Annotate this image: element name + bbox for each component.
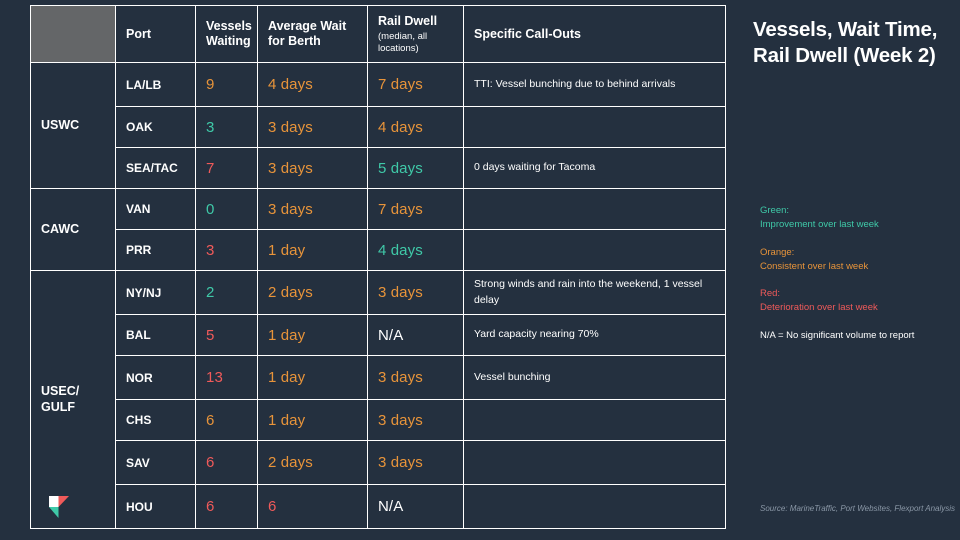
column-header-vessels-waiting: Vessels Waiting bbox=[195, 5, 258, 63]
specific-callout-text bbox=[463, 484, 726, 529]
table-row: BAL 5 1 day N/A Yard capacity nearing 70% bbox=[31, 314, 726, 356]
specific-callout-text bbox=[463, 399, 726, 441]
table-row: SEA/TAC 7 3 days 5 days 0 days waiting for T… bbox=[31, 147, 726, 189]
region-label-cawc: CAWC bbox=[30, 188, 116, 271]
page-title: Vessels, Wait Time, Rail Dwell (Week 2) bbox=[753, 18, 938, 68]
vessels-waiting-value: 5 bbox=[195, 314, 258, 356]
average-wait-value: 2 days bbox=[257, 270, 368, 315]
legend-term: Green: bbox=[760, 205, 790, 216]
average-wait-value: 6 bbox=[257, 484, 368, 529]
rail-dwell-value: 3 days bbox=[367, 355, 464, 400]
port-name: PRR bbox=[115, 229, 196, 271]
rail-dwell-value: N/A bbox=[367, 314, 464, 356]
specific-callout-text bbox=[463, 440, 726, 485]
average-wait-value: 1 day bbox=[257, 399, 368, 441]
average-wait-value: 2 days bbox=[257, 440, 368, 485]
vessels-waiting-value: 6 bbox=[195, 440, 258, 485]
port-name: OAK bbox=[115, 106, 196, 148]
legend-description: Consistent over last week bbox=[760, 260, 869, 272]
table-header-row: Port Vessels Waiting Average Wait for Be… bbox=[30, 5, 726, 63]
port-metrics-table-panel: Port Vessels Waiting Average Wait for Be… bbox=[30, 5, 726, 529]
table-row: OAK 3 3 days 4 days bbox=[31, 106, 726, 148]
specific-callout-text: 0 days waiting for Tacoma bbox=[463, 147, 726, 189]
port-name: NOR bbox=[115, 355, 196, 400]
slide-canvas: Port Vessels Waiting Average Wait for Be… bbox=[0, 0, 960, 540]
vessels-waiting-value: 0 bbox=[195, 188, 258, 230]
port-metrics-table: Port Vessels Waiting Average Wait for Be… bbox=[30, 5, 726, 529]
rail-dwell-value: 3 days bbox=[367, 399, 464, 441]
port-name: VAN bbox=[115, 188, 196, 230]
port-name: CHS bbox=[115, 399, 196, 441]
vessels-waiting-value: 13 bbox=[195, 355, 258, 400]
flexport-logo bbox=[49, 496, 69, 518]
legend-term: Red: bbox=[760, 288, 781, 299]
column-header-rail-dwell-subtitle: (median, all locations) bbox=[378, 30, 428, 54]
legend-item-orange: Orange: Consistent over last week bbox=[760, 246, 958, 275]
column-header-rail-dwell-label: Rail Dwell bbox=[378, 13, 438, 28]
specific-callout-text: Strong winds and rain into the weekend, … bbox=[463, 270, 726, 315]
vessels-waiting-value: 2 bbox=[195, 270, 258, 315]
table-row: CAWC VAN 0 3 days 7 days bbox=[30, 188, 726, 271]
vessels-waiting-value: 3 bbox=[195, 229, 258, 271]
port-name: BAL bbox=[115, 314, 196, 356]
rail-dwell-value: 7 days bbox=[367, 62, 464, 107]
legend-term: Orange: bbox=[760, 246, 795, 258]
average-wait-value: 3 days bbox=[257, 106, 368, 148]
average-wait-value: 3 days bbox=[257, 188, 368, 230]
column-header-average-wait: Average Wait for Berth bbox=[257, 5, 368, 63]
table-row: PRR 3 1 day 4 days bbox=[31, 229, 726, 271]
specific-callout-text: Vessel bunching bbox=[463, 355, 726, 400]
vessels-waiting-value: 3 bbox=[195, 106, 258, 148]
column-header-specific-callouts: Specific Call-Outs bbox=[463, 5, 726, 63]
table-row: CHS 6 1 day 3 days bbox=[31, 399, 726, 441]
rail-dwell-value: 5 days bbox=[367, 147, 464, 189]
port-name: HOU bbox=[115, 484, 196, 529]
specific-callout-text bbox=[463, 188, 726, 230]
region-label-usecgulf: USEC/ GULF bbox=[30, 270, 116, 529]
table-row: HOU 6 6 N/A bbox=[31, 484, 726, 529]
specific-callout-text: Yard capacity nearing 70% bbox=[463, 314, 726, 356]
average-wait-value: 4 days bbox=[257, 62, 368, 107]
rail-dwell-value: N/A bbox=[367, 484, 464, 529]
port-name: LA/LB bbox=[115, 62, 196, 107]
table-body: USWC LA/LB 9 4 days 7 days TTI: Vessel bunchi… bbox=[30, 62, 726, 529]
rail-dwell-value: 3 days bbox=[367, 270, 464, 315]
port-name: SEA/TAC bbox=[115, 147, 196, 189]
region-label-uswc: USWC bbox=[30, 62, 116, 189]
legend-item-red: Red: Deterioration over last week bbox=[760, 287, 958, 316]
table-row: SAV 6 2 days 3 days bbox=[31, 440, 726, 485]
vessels-waiting-value: 6 bbox=[195, 484, 258, 529]
average-wait-value: 1 day bbox=[257, 314, 368, 356]
legend-item-green: Green: Improvement over last week bbox=[760, 204, 958, 233]
specific-callout-text bbox=[463, 106, 726, 148]
table-row: USWC LA/LB 9 4 days 7 days TTI: Vessel bunchi… bbox=[30, 62, 726, 189]
vessels-waiting-value: 9 bbox=[195, 62, 258, 107]
column-header-region bbox=[30, 5, 116, 63]
color-legend: Green: Improvement over last week Orange: C… bbox=[760, 204, 958, 343]
column-header-port: Port bbox=[115, 5, 196, 63]
rail-dwell-value: 3 days bbox=[367, 440, 464, 485]
table-row: NOR 13 1 day 3 days Vessel bunching bbox=[31, 355, 726, 400]
table-header: Port Vessels Waiting Average Wait for Be… bbox=[30, 5, 726, 63]
average-wait-value: 3 days bbox=[257, 147, 368, 189]
legend-description: Deterioration over last week bbox=[760, 302, 878, 314]
right-panel: Vessels, Wait Time, Rail Dwell (Week 2) … bbox=[750, 0, 960, 540]
port-name: NY/NJ bbox=[115, 270, 196, 315]
column-header-rail-dwell: Rail Dwell (median, all locations) bbox=[367, 5, 464, 63]
rail-dwell-value: 7 days bbox=[367, 188, 464, 230]
rail-dwell-value: 4 days bbox=[367, 229, 464, 271]
legend-na-note: N/A = No significant volume to report bbox=[760, 329, 915, 341]
specific-callout-text: TTI: Vessel bunching due to behind arriv… bbox=[463, 62, 726, 107]
legend-description: Improvement over last week bbox=[760, 219, 879, 231]
average-wait-value: 1 day bbox=[257, 355, 368, 400]
average-wait-value: 1 day bbox=[257, 229, 368, 271]
rail-dwell-value: 4 days bbox=[367, 106, 464, 148]
port-name: SAV bbox=[115, 440, 196, 485]
vessels-waiting-value: 7 bbox=[195, 147, 258, 189]
specific-callout-text bbox=[463, 229, 726, 271]
table-row: USEC/ GULF NY/NJ 2 2 days 3 days Strong winds… bbox=[30, 270, 726, 529]
vessels-waiting-value: 6 bbox=[195, 399, 258, 441]
source-attribution: Source: MarineTraffic, Port Websites, Fl… bbox=[760, 504, 956, 513]
